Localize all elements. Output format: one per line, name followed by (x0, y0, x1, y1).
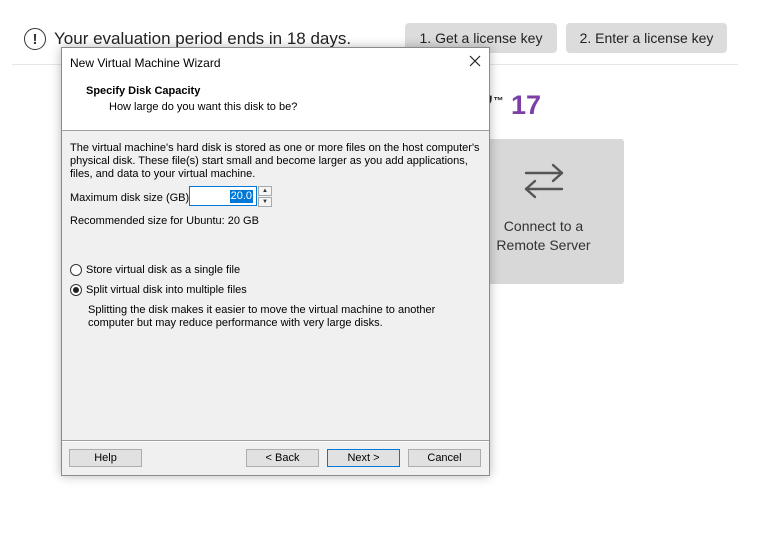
disk-size-label: Maximum disk size (GB): (70, 192, 193, 204)
product-version: 17 (511, 90, 542, 120)
recommended-size: Recommended size for Ubuntu: 20 GB (70, 215, 259, 227)
close-icon[interactable] (469, 55, 481, 67)
help-button[interactable]: Help (69, 449, 142, 467)
disk-size-input[interactable]: 20.0 (189, 186, 257, 206)
option-split-files[interactable]: Split virtual disk into multiple files (70, 284, 247, 296)
radio-split-files[interactable] (70, 284, 82, 296)
page-subtitle: How large do you want this disk to be? (109, 101, 298, 113)
stepper-down-icon[interactable]: ▼ (258, 197, 272, 207)
evaluation-text: Your evaluation period ends in 18 days. (54, 29, 352, 48)
tile-label-line1: Connect to a (503, 218, 584, 234)
tile-label: Connect to a Remote Server (486, 217, 601, 255)
split-note: Splitting the disk makes it easier to mo… (88, 304, 436, 329)
disk-size-stepper[interactable]: ▲ ▼ (258, 186, 272, 207)
disk-size-value: 20.0 (229, 190, 253, 203)
dialog-titlebar[interactable]: New Virtual Machine Wizard (62, 48, 489, 75)
radio-single-file[interactable] (70, 264, 82, 276)
enter-license-key-button[interactable]: 2. Enter a license key (566, 23, 727, 53)
option-split-label: Split virtual disk into multiple files (86, 284, 247, 296)
next-button[interactable]: Next > (327, 449, 400, 467)
dialog-header: Specify Disk Capacity How large do you w… (62, 75, 489, 131)
cancel-button[interactable]: Cancel (408, 449, 481, 467)
tile-label-line2: Remote Server (496, 237, 591, 253)
disk-description: The virtual machine's hard disk is store… (70, 142, 480, 180)
product-brand: ʼ™ 17 (486, 90, 541, 121)
back-button[interactable]: < Back (246, 449, 319, 467)
stepper-up-icon[interactable]: ▲ (258, 186, 272, 196)
dialog-title: New Virtual Machine Wizard (70, 56, 221, 70)
transfer-arrows-icon (524, 163, 564, 199)
warning-icon: ! (24, 28, 46, 50)
option-single-file[interactable]: Store virtual disk as a single file (70, 264, 240, 276)
option-single-label: Store virtual disk as a single file (86, 264, 241, 276)
connect-remote-server-tile[interactable]: Connect to a Remote Server (486, 139, 624, 284)
footer-divider (62, 440, 489, 442)
page-title: Specify Disk Capacity (86, 85, 201, 97)
new-vm-wizard-dialog: New Virtual Machine Wizard Specify Disk … (61, 47, 490, 476)
